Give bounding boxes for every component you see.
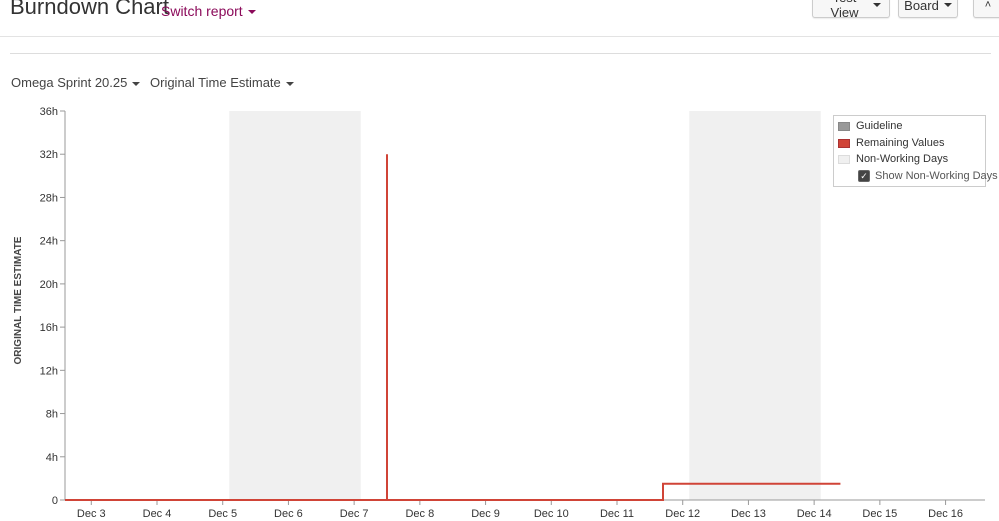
board-button[interactable]: Board [898, 0, 958, 18]
guideline-swatch [838, 121, 850, 131]
x-tick-label-3: Dec 6 [274, 508, 303, 520]
y-tick-label-4: 16h [40, 322, 58, 334]
y-tick-label-6: 24h [40, 236, 58, 248]
remaining-swatch [838, 138, 850, 148]
x-tick-label-2: Dec 5 [208, 508, 237, 520]
show-non-working-label: Show Non-Working Days [875, 170, 998, 182]
y-tick-label-8: 32h [40, 149, 58, 161]
legend-remaining-label: Remaining Values [856, 137, 945, 149]
non-working-band-1 [689, 111, 821, 500]
x-tick-label-9: Dec 12 [665, 508, 700, 520]
non-working-swatch [838, 154, 850, 164]
y-tick-label-0: 0 [52, 495, 58, 507]
caret-down-icon [285, 81, 294, 86]
header-divider [0, 36, 999, 37]
switch-report-label: Switch report [161, 3, 243, 19]
caret-down-icon [943, 3, 952, 7]
x-tick-label-0: Dec 3 [77, 508, 106, 520]
caret-down-icon [247, 10, 256, 15]
y-tick-label-3: 12h [40, 365, 58, 377]
chart-legend: Guideline Remaining Values Non-Working D… [833, 115, 998, 187]
x-tick-label-6: Dec 9 [471, 508, 500, 520]
legend-item-remaining[interactable]: Remaining Values [838, 137, 944, 149]
burndown-chart: 0 4h 8h 12h 16h 20h 24h 28h 32h 36h Dec 3 Dec 4 Dec … [0, 100, 999, 521]
caret-down-icon [873, 3, 881, 7]
x-tick-label-8: Dec 11 [600, 508, 634, 520]
y-tick-label-2: 8h [46, 409, 58, 421]
non-working-band-0 [229, 111, 361, 500]
sprint-dropdown[interactable]: Omega Sprint 20.25 [11, 75, 141, 90]
x-tick-label-4: Dec 7 [340, 508, 369, 520]
collapse-icon: ˄ [984, 0, 992, 11]
legend-item-non-working[interactable]: Non-Working Days [838, 153, 948, 165]
statistic-label: Original Time Estimate [150, 75, 281, 90]
x-tick-label-5: Dec 8 [405, 508, 434, 520]
checkbox-checked-icon[interactable]: ✓ [858, 170, 870, 182]
x-tick-label-1: Dec 4 [143, 508, 172, 520]
legend-item-guideline[interactable]: Guideline [838, 120, 902, 132]
collapse-button[interactable]: ˄ [973, 0, 999, 18]
caret-down-icon [132, 81, 141, 86]
y-tick-label-1: 4h [46, 452, 58, 464]
statistic-dropdown[interactable]: Original Time Estimate [150, 75, 294, 90]
test-view-label: Test View [830, 0, 859, 20]
y-axis-label: ORIGINAL TIME ESTIMATE [13, 236, 24, 364]
x-tick-label-10: Dec 13 [731, 508, 766, 520]
x-tick-label-13: Dec 16 [928, 508, 963, 520]
show-non-working-toggle[interactable]: ✓ Show Non-Working Days [858, 170, 998, 182]
switch-report-link[interactable]: Switch report [161, 3, 256, 19]
toolbar-divider [10, 53, 991, 54]
y-tick-label-5: 20h [40, 279, 58, 291]
x-tick-label-7: Dec 10 [534, 508, 569, 520]
board-label: Board [904, 0, 939, 13]
x-tick-label-11: Dec 14 [797, 508, 832, 520]
y-tick-label-9: 36h [40, 106, 58, 118]
legend-guideline-label: Guideline [856, 120, 903, 132]
page-title: Burndown Chart [10, 0, 169, 19]
sprint-label: Omega Sprint 20.25 [11, 75, 128, 90]
x-tick-label-12: Dec 15 [862, 508, 897, 520]
y-tick-label-7: 28h [40, 192, 58, 204]
legend-non-working-label: Non-Working Days [856, 153, 949, 165]
test-view-button[interactable]: Test View [812, 0, 890, 20]
